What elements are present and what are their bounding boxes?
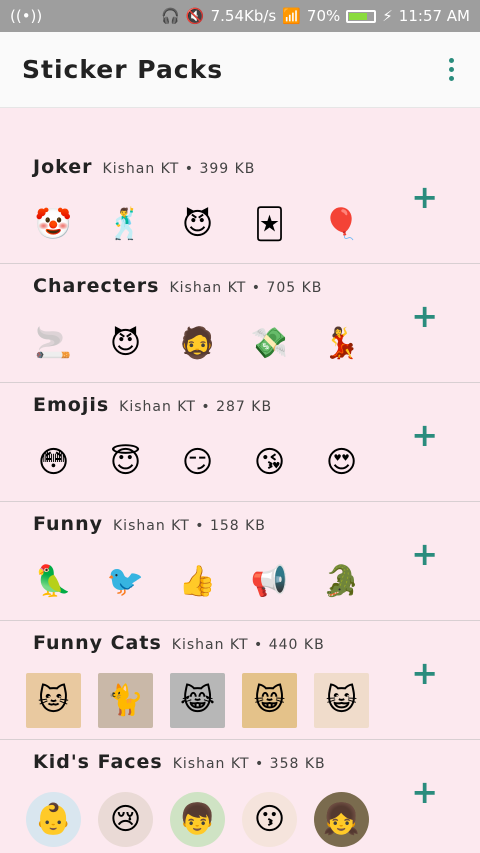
sticker-thumb: 👧 xyxy=(314,792,369,847)
sticker-thumb: 😗 xyxy=(242,792,297,847)
sticker-pack-item[interactable]: Joker Kishan KT • 399 KB 🤡 🕺 😈 🃏 🎈 + xyxy=(0,145,480,264)
sticker-thumb: 😺 xyxy=(314,673,369,728)
sticker-pack-item[interactable]: Charecters Kishan KT • 705 KB 🚬 😈 🧔 💸 💃 … xyxy=(0,264,480,383)
add-pack-button[interactable]: + xyxy=(411,181,438,213)
overflow-menu-button[interactable] xyxy=(445,54,458,85)
sticker-thumb: 🎈 xyxy=(322,207,361,242)
charging-icon: ⚡ xyxy=(382,7,393,25)
sticker-pack-item[interactable]: Funny Kishan KT • 158 KB 🦜 🐦 👍 📢 🐊 + xyxy=(0,502,480,621)
dot xyxy=(449,67,454,72)
add-pack-button[interactable]: + xyxy=(411,538,438,570)
pack-thumbnails: 🦜 🐦 👍 📢 🐊 xyxy=(26,554,369,609)
pack-meta: Kishan KT • 158 KB xyxy=(113,518,266,534)
pack-thumbnails: 😳 😇 😏 😘 😍 xyxy=(26,435,369,490)
app-title: Sticker Packs xyxy=(22,55,224,84)
status-right: 🎧 🔇 7.54Kb/s 📶 70% ⚡ 11:57 AM xyxy=(161,7,470,25)
pack-name: Funny xyxy=(33,513,103,535)
pack-meta: Kishan KT • 358 KB xyxy=(172,756,326,772)
sticker-thumb: 🤡 xyxy=(34,207,73,242)
battery-icon xyxy=(346,9,377,23)
network-speed: 7.54Kb/s xyxy=(210,7,277,25)
pack-name: Kid's Faces xyxy=(33,751,163,773)
sticker-thumb: 📢 xyxy=(250,564,289,599)
signal-icon: 📶 xyxy=(282,7,301,25)
sticker-thumb: 🃏 xyxy=(254,207,285,242)
sticker-thumb: 🦜 xyxy=(34,564,73,599)
sticker-thumb: 😈 xyxy=(109,326,142,361)
pack-header: Funny Kishan KT • 158 KB xyxy=(33,513,266,535)
sticker-thumb: 🚬 xyxy=(34,326,73,361)
sticker-pack-list: Joker Kishan KT • 399 KB 🤡 🕺 😈 🃏 🎈 + Cha… xyxy=(0,108,480,853)
sticker-thumb: 👦 xyxy=(170,792,225,847)
pack-thumbnails: 🐱 🐈 😹 😸 😺 xyxy=(26,673,369,728)
sticker-pack-item[interactable]: Kid's Faces Kishan KT • 358 KB 👶 😢 👦 😗 👧… xyxy=(0,740,480,853)
pack-header: Emojis Kishan KT • 287 KB xyxy=(33,394,272,416)
sticker-thumb: 😢 xyxy=(98,792,153,847)
sticker-thumb: 😘 xyxy=(253,445,286,480)
sticker-thumb: 😇 xyxy=(109,445,142,480)
sticker-thumb: 🐈 xyxy=(98,673,153,728)
pack-header: Funny Cats Kishan KT • 440 KB xyxy=(33,632,325,654)
dot xyxy=(449,58,454,63)
pack-thumbnails: 👶 😢 👦 😗 👧 xyxy=(26,792,369,847)
pack-name: Joker xyxy=(33,156,93,178)
add-pack-button[interactable]: + xyxy=(411,776,438,808)
sticker-thumb: 🕺 xyxy=(106,207,145,242)
pack-meta: Kishan KT • 705 KB xyxy=(169,280,323,296)
sticker-thumb: 😏 xyxy=(181,445,214,480)
pack-name: Charecters xyxy=(33,275,160,297)
mute-icon: 🔇 xyxy=(185,7,205,25)
pack-thumbnails: 🚬 😈 🧔 💸 💃 xyxy=(26,316,369,371)
sticker-thumb: 👶 xyxy=(26,792,81,847)
pack-name: Emojis xyxy=(33,394,110,416)
pack-header: Charecters Kishan KT • 705 KB xyxy=(33,275,322,297)
app-bar: Sticker Packs xyxy=(0,32,480,108)
sticker-pack-item[interactable]: Emojis Kishan KT • 287 KB 😳 😇 😏 😘 😍 + xyxy=(0,383,480,502)
hotspot-icon: ((•)) xyxy=(10,7,43,25)
pack-meta: Kishan KT • 287 KB xyxy=(119,399,273,415)
add-pack-button[interactable]: + xyxy=(411,300,438,332)
sticker-thumb: 😹 xyxy=(170,673,225,728)
pack-header: Kid's Faces Kishan KT • 358 KB xyxy=(33,751,326,773)
sticker-thumb: 🐱 xyxy=(26,673,81,728)
sticker-thumb: 🐦 xyxy=(106,564,145,599)
pack-meta: Kishan KT • 440 KB xyxy=(171,637,325,653)
pack-meta: Kishan KT • 399 KB xyxy=(102,161,256,177)
dot xyxy=(449,76,454,81)
sticker-pack-item[interactable]: Funny Cats Kishan KT • 440 KB 🐱 🐈 😹 😸 😺 … xyxy=(0,621,480,740)
battery-percent: 70% xyxy=(306,7,341,25)
sticker-thumb: 😳 xyxy=(37,445,70,480)
add-pack-button[interactable]: + xyxy=(411,657,438,689)
sticker-thumb: 💃 xyxy=(322,326,361,361)
sticker-thumb: 🧔 xyxy=(178,326,217,361)
add-pack-button[interactable]: + xyxy=(411,419,438,451)
sticker-thumb: 😍 xyxy=(325,445,358,480)
sticker-thumb: 💸 xyxy=(250,326,289,361)
clock: 11:57 AM xyxy=(398,7,470,25)
sticker-thumb: 😈 xyxy=(181,207,214,242)
headphone-icon: 🎧 xyxy=(161,7,180,25)
sticker-thumb: 🐊 xyxy=(322,564,361,599)
pack-thumbnails: 🤡 🕺 😈 🃏 🎈 xyxy=(26,197,369,252)
sticker-thumb: 👍 xyxy=(178,564,217,599)
pack-header: Joker Kishan KT • 399 KB xyxy=(33,156,255,178)
pack-name: Funny Cats xyxy=(33,632,162,654)
sticker-thumb: 😸 xyxy=(242,673,297,728)
status-bar: ((•)) 🎧 🔇 7.54Kb/s 📶 70% ⚡ 11:57 AM xyxy=(0,0,480,32)
status-left: ((•)) xyxy=(10,7,42,25)
